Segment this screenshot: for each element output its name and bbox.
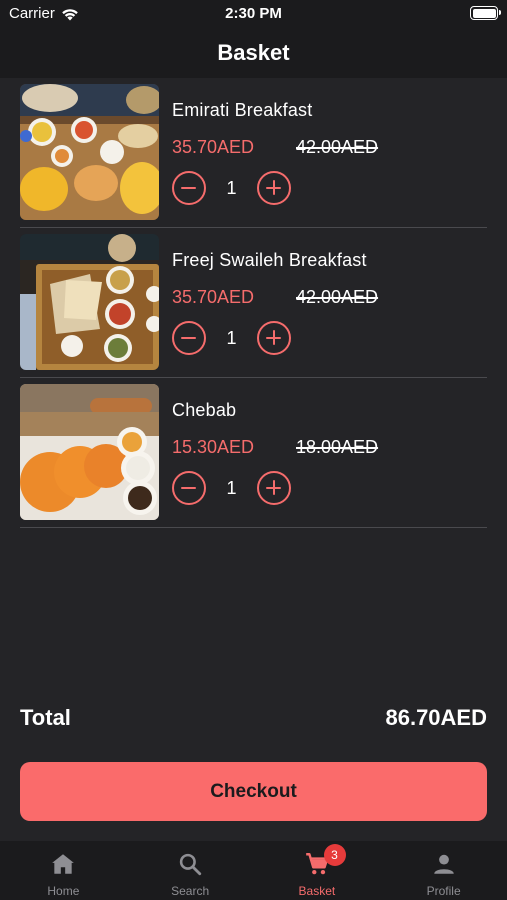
tab-bar: Home Search 3 Basket Profile — [0, 841, 507, 900]
tab-search-label: Search — [171, 884, 210, 898]
decrease-quantity-button[interactable] — [172, 321, 206, 355]
minus-icon — [181, 486, 196, 489]
tab-search[interactable]: Search — [127, 841, 254, 900]
tab-basket[interactable]: 3 Basket — [254, 841, 381, 900]
tab-home[interactable]: Home — [0, 841, 127, 900]
tab-profile[interactable]: Profile — [380, 841, 507, 900]
quantity-value: 1 — [226, 327, 237, 348]
emirati-breakfast-image — [20, 84, 159, 220]
decrease-quantity-button[interactable] — [172, 171, 206, 205]
total-label: Total — [20, 705, 71, 730]
basket-item: Emirati Breakfast 35.70AED 42.00AED 1 — [20, 78, 487, 228]
decrease-quantity-button[interactable] — [172, 471, 206, 505]
item-name: Freej Swaileh Breakfast — [172, 250, 367, 270]
quantity-value: 1 — [226, 177, 237, 198]
quantity-stepper: 1 — [172, 321, 291, 355]
cart-count-badge: 3 — [323, 844, 346, 866]
chebab-image — [20, 384, 159, 520]
item-thumbnail — [20, 84, 159, 220]
search-icon — [179, 853, 202, 876]
item-thumbnail — [20, 384, 159, 520]
person-icon — [433, 854, 454, 874]
item-price: 15.30AED — [172, 437, 255, 457]
item-price: 35.70AED — [172, 287, 255, 307]
basket-list: Emirati Breakfast 35.70AED 42.00AED 1 Fr… — [20, 78, 487, 528]
clock: 2:30 PM — [225, 5, 282, 22]
increase-quantity-button[interactable] — [257, 471, 291, 505]
page-title: Basket — [217, 40, 290, 65]
total-row: Total 86.70AED — [20, 705, 487, 735]
basket-item: Freej Swaileh Breakfast 35.70AED 42.00AE… — [20, 228, 487, 378]
minus-icon — [181, 186, 196, 189]
navigation-bar: Basket — [0, 28, 507, 78]
quantity-value: 1 — [226, 477, 237, 498]
item-name: Emirati Breakfast — [172, 100, 313, 120]
item-original-price: 42.00AED — [296, 137, 379, 157]
total-value: 86.70AED — [385, 705, 487, 730]
item-thumbnail — [20, 234, 159, 370]
freej-swaileh-breakfast-image — [20, 234, 159, 370]
tab-profile-label: Profile — [426, 884, 461, 898]
basket-item: Chebab 15.30AED 18.00AED 1 — [20, 378, 487, 528]
item-original-price: 18.00AED — [296, 437, 379, 457]
item-original-price: 42.00AED — [296, 287, 379, 307]
quantity-stepper: 1 — [172, 471, 291, 505]
increase-quantity-button[interactable] — [257, 321, 291, 355]
tab-basket-label: Basket — [298, 884, 336, 898]
increase-quantity-button[interactable] — [257, 171, 291, 205]
quantity-stepper: 1 — [172, 171, 291, 205]
minus-icon — [181, 336, 196, 339]
checkout-button[interactable]: Checkout — [20, 762, 487, 821]
home-icon — [52, 854, 75, 874]
status-bar: Carrier 2:30 PM — [0, 0, 507, 28]
item-name: Chebab — [172, 400, 237, 420]
tab-home-label: Home — [47, 884, 80, 898]
item-price: 35.70AED — [172, 137, 255, 157]
battery-icon — [470, 6, 501, 20]
